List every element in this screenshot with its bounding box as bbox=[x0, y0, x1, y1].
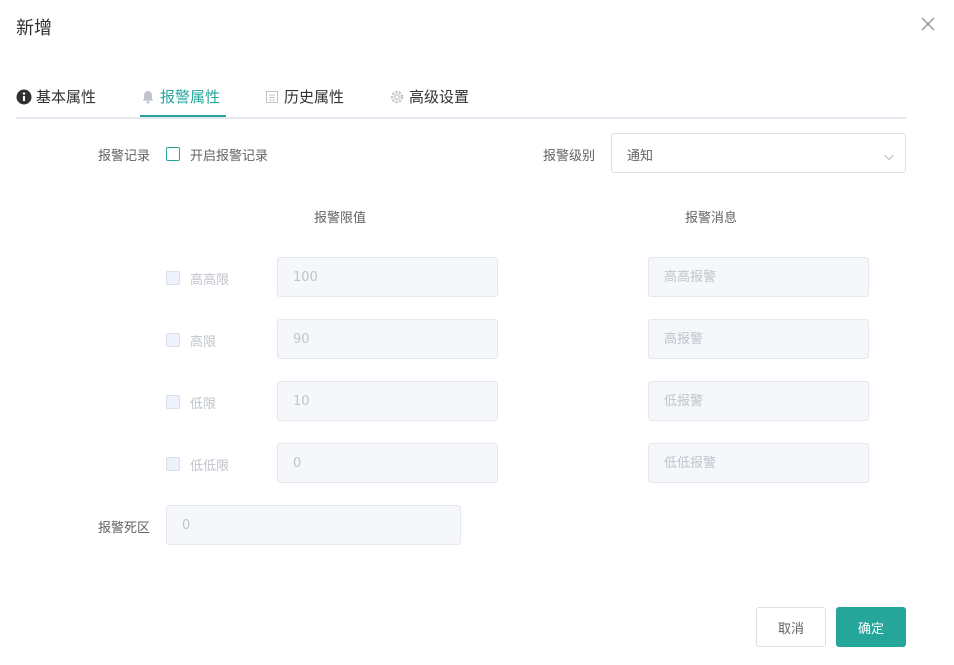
lo-message-input[interactable] bbox=[648, 381, 869, 421]
hi-limit-label: 高限 bbox=[190, 335, 217, 350]
list-icon bbox=[264, 89, 280, 105]
message-column-header: 报警消息 bbox=[685, 211, 738, 226]
hi-message-field[interactable] bbox=[649, 320, 868, 358]
gear-icon bbox=[389, 89, 405, 105]
hihi-limit-label: 高高限 bbox=[190, 273, 230, 288]
alarm-level-label: 报警级别 bbox=[543, 149, 596, 164]
alarm-record-checkbox-label[interactable]: 开启报警记录 bbox=[190, 145, 268, 164]
tab-history-properties[interactable]: 历史属性 bbox=[264, 86, 344, 117]
alarm-level-value: 通知 bbox=[627, 149, 654, 164]
hihi-message-field[interactable] bbox=[649, 258, 868, 296]
dialog-title: 新增 bbox=[16, 18, 52, 39]
lolo-message-input[interactable] bbox=[648, 443, 869, 483]
lo-limit-input[interactable] bbox=[277, 381, 498, 421]
tab-advanced-settings[interactable]: 高级设置 bbox=[389, 86, 469, 117]
lo-message-field[interactable] bbox=[649, 382, 868, 420]
tab-label: 报警属性 bbox=[160, 88, 221, 106]
confirm-button[interactable]: 确定 bbox=[836, 607, 906, 647]
lolo-limit-input[interactable] bbox=[277, 443, 498, 483]
deadband-label: 报警死区 bbox=[98, 521, 151, 536]
chevron-down-icon bbox=[883, 148, 895, 161]
hi-limit-input[interactable] bbox=[277, 319, 498, 359]
tab-label: 基本属性 bbox=[36, 88, 97, 106]
deadband-input[interactable] bbox=[166, 505, 461, 545]
hi-message-input[interactable] bbox=[648, 319, 869, 359]
hihi-limit-field[interactable] bbox=[278, 258, 497, 296]
hihi-message-input[interactable] bbox=[648, 257, 869, 297]
lo-limit-field[interactable] bbox=[278, 382, 497, 420]
lo-limit-checkbox[interactable] bbox=[166, 395, 180, 409]
lolo-limit-checkbox[interactable] bbox=[166, 457, 180, 471]
alarm-record-checkbox[interactable] bbox=[166, 147, 180, 161]
hihi-limit-checkbox[interactable] bbox=[166, 271, 180, 285]
tab-bar: 基本属性 报警属性 历史属性 高级设置 bbox=[16, 86, 906, 119]
hi-limit-field[interactable] bbox=[278, 320, 497, 358]
limit-column-header: 报警限值 bbox=[314, 211, 367, 226]
tab-basic-properties[interactable]: 基本属性 bbox=[16, 86, 96, 117]
close-icon[interactable] bbox=[918, 14, 938, 34]
info-circle-icon bbox=[16, 89, 32, 105]
cancel-button[interactable]: 取消 bbox=[756, 607, 826, 647]
hihi-limit-input[interactable] bbox=[277, 257, 498, 297]
hi-limit-checkbox[interactable] bbox=[166, 333, 180, 347]
lolo-limit-label: 低低限 bbox=[190, 459, 230, 474]
lo-limit-label: 低限 bbox=[190, 397, 217, 412]
active-tab-indicator bbox=[140, 115, 226, 117]
bell-icon bbox=[140, 89, 156, 105]
alarm-record-label: 报警记录 bbox=[98, 149, 151, 164]
tab-label: 高级设置 bbox=[409, 88, 470, 106]
alarm-level-select[interactable]: 通知 bbox=[611, 133, 906, 173]
lolo-message-field[interactable] bbox=[649, 444, 868, 482]
lolo-limit-field[interactable] bbox=[278, 444, 497, 482]
tab-alarm-properties[interactable]: 报警属性 bbox=[140, 86, 220, 117]
tab-label: 历史属性 bbox=[284, 88, 345, 106]
deadband-field[interactable] bbox=[167, 506, 460, 544]
